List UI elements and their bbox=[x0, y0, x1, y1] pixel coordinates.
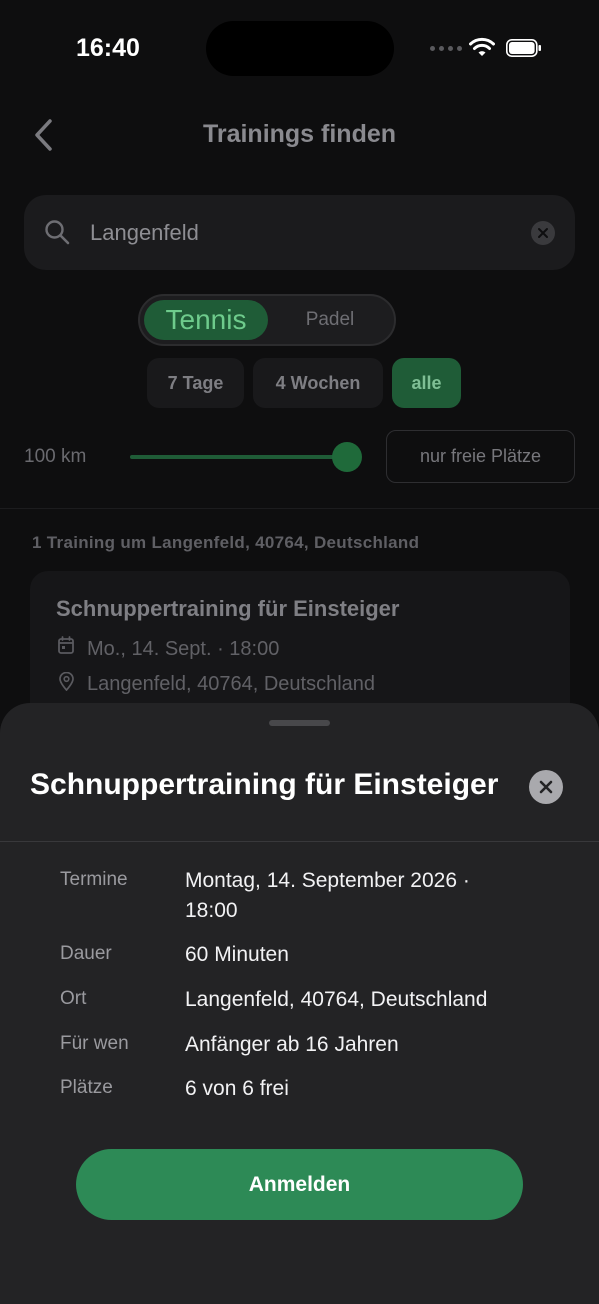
sport-option-tennis[interactable]: Tennis bbox=[144, 300, 268, 340]
sheet-divider bbox=[0, 841, 599, 842]
results-summary: 1 Training um Langenfeld, 40764, Deutsch… bbox=[32, 533, 420, 552]
page-title: Trainings finden bbox=[202, 120, 397, 148]
dynamic-island bbox=[206, 21, 394, 76]
clear-search-button[interactable] bbox=[531, 221, 555, 245]
detail-label-dauer: Dauer bbox=[60, 943, 112, 964]
wifi-icon bbox=[469, 37, 495, 56]
training-card-location: Langenfeld, 40764, Deutschland bbox=[87, 673, 376, 695]
status-time: 16:40 bbox=[76, 34, 140, 62]
register-button[interactable]: Anmelden bbox=[76, 1149, 523, 1220]
calendar-icon bbox=[58, 636, 74, 654]
training-card-title: Schnuppertraining für Einsteiger bbox=[56, 596, 400, 621]
close-icon bbox=[538, 228, 548, 238]
search-input[interactable] bbox=[90, 217, 510, 249]
close-icon bbox=[539, 780, 553, 794]
detail-value-plaetze: 6 von 6 frei bbox=[185, 1077, 289, 1100]
detail-label-fuer-wen: Für wen bbox=[60, 1033, 129, 1054]
training-card-date: Mo., 14. Sept. · 18:00 bbox=[87, 638, 280, 660]
detail-value-ort: Langenfeld, 40764, Deutschland bbox=[185, 988, 488, 1011]
sheet-drag-handle[interactable] bbox=[269, 720, 330, 726]
free-spots-filter-button[interactable]: nur freie Plätze bbox=[386, 430, 575, 483]
detail-label-plaetze: Plätze bbox=[60, 1077, 113, 1098]
sport-option-padel[interactable]: Padel bbox=[270, 300, 390, 340]
range-chip-4-weeks[interactable]: 4 Wochen bbox=[253, 358, 383, 408]
detail-label-termine: Termine bbox=[60, 869, 128, 890]
sheet-title: Schnuppertraining für Einsteiger bbox=[30, 768, 499, 801]
detail-value-dauer: 60 Minuten bbox=[185, 943, 289, 966]
distance-slider-thumb[interactable] bbox=[332, 442, 362, 472]
battery-icon bbox=[506, 39, 541, 57]
detail-value-fuer-wen: Anfänger ab 16 Jahren bbox=[185, 1033, 399, 1056]
detail-label-ort: Ort bbox=[60, 988, 87, 1009]
detail-value-termine: Montag, 14. September 2026 · 18:00 bbox=[185, 869, 470, 922]
search-icon bbox=[45, 220, 70, 245]
location-pin-icon bbox=[59, 672, 74, 691]
range-chip-all[interactable]: alle bbox=[392, 358, 461, 408]
distance-slider-track[interactable] bbox=[130, 455, 350, 459]
distance-label: 100 km bbox=[24, 446, 87, 467]
range-chip-7-days[interactable]: 7 Tage bbox=[147, 358, 244, 408]
close-sheet-button[interactable] bbox=[529, 770, 563, 804]
divider bbox=[0, 508, 599, 509]
